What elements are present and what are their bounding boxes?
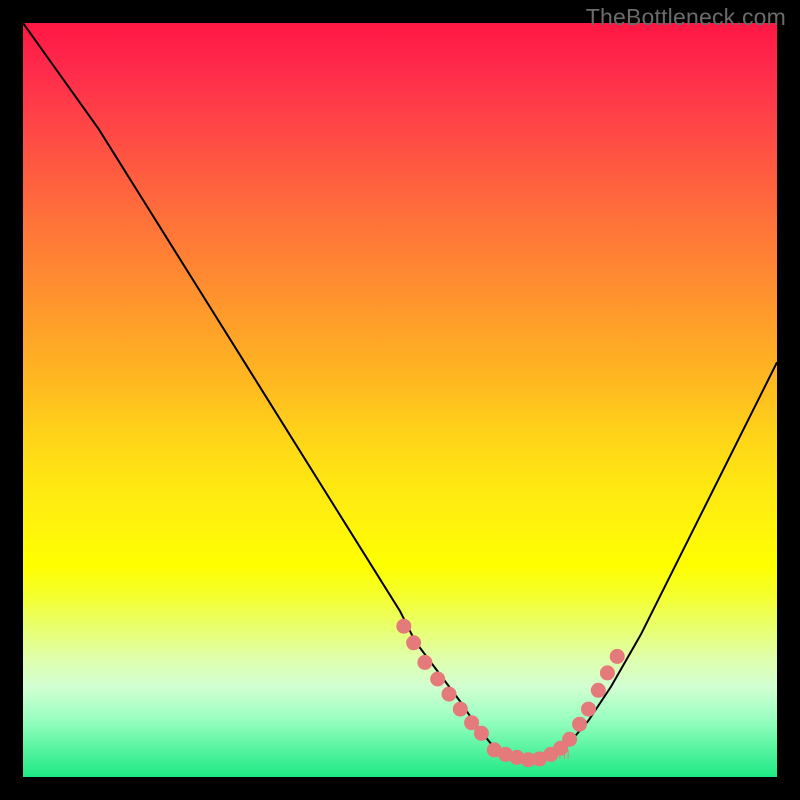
- data-dots: [396, 619, 624, 768]
- data-point: [406, 635, 421, 650]
- data-point: [442, 687, 457, 702]
- data-point: [591, 683, 606, 698]
- data-point: [474, 726, 489, 741]
- data-point: [581, 702, 596, 717]
- chart-svg: [23, 23, 777, 777]
- bottleneck-curve: [23, 23, 777, 762]
- data-point: [453, 702, 468, 717]
- plot-area: [23, 23, 777, 777]
- data-point: [417, 655, 432, 670]
- data-point: [562, 732, 577, 747]
- data-point: [600, 665, 615, 680]
- data-point: [430, 672, 445, 687]
- data-point: [572, 717, 587, 732]
- chart-frame: TheBottleneck.com: [0, 0, 800, 800]
- data-point: [610, 649, 625, 664]
- data-point: [396, 619, 411, 634]
- watermark-text: TheBottleneck.com: [586, 4, 786, 31]
